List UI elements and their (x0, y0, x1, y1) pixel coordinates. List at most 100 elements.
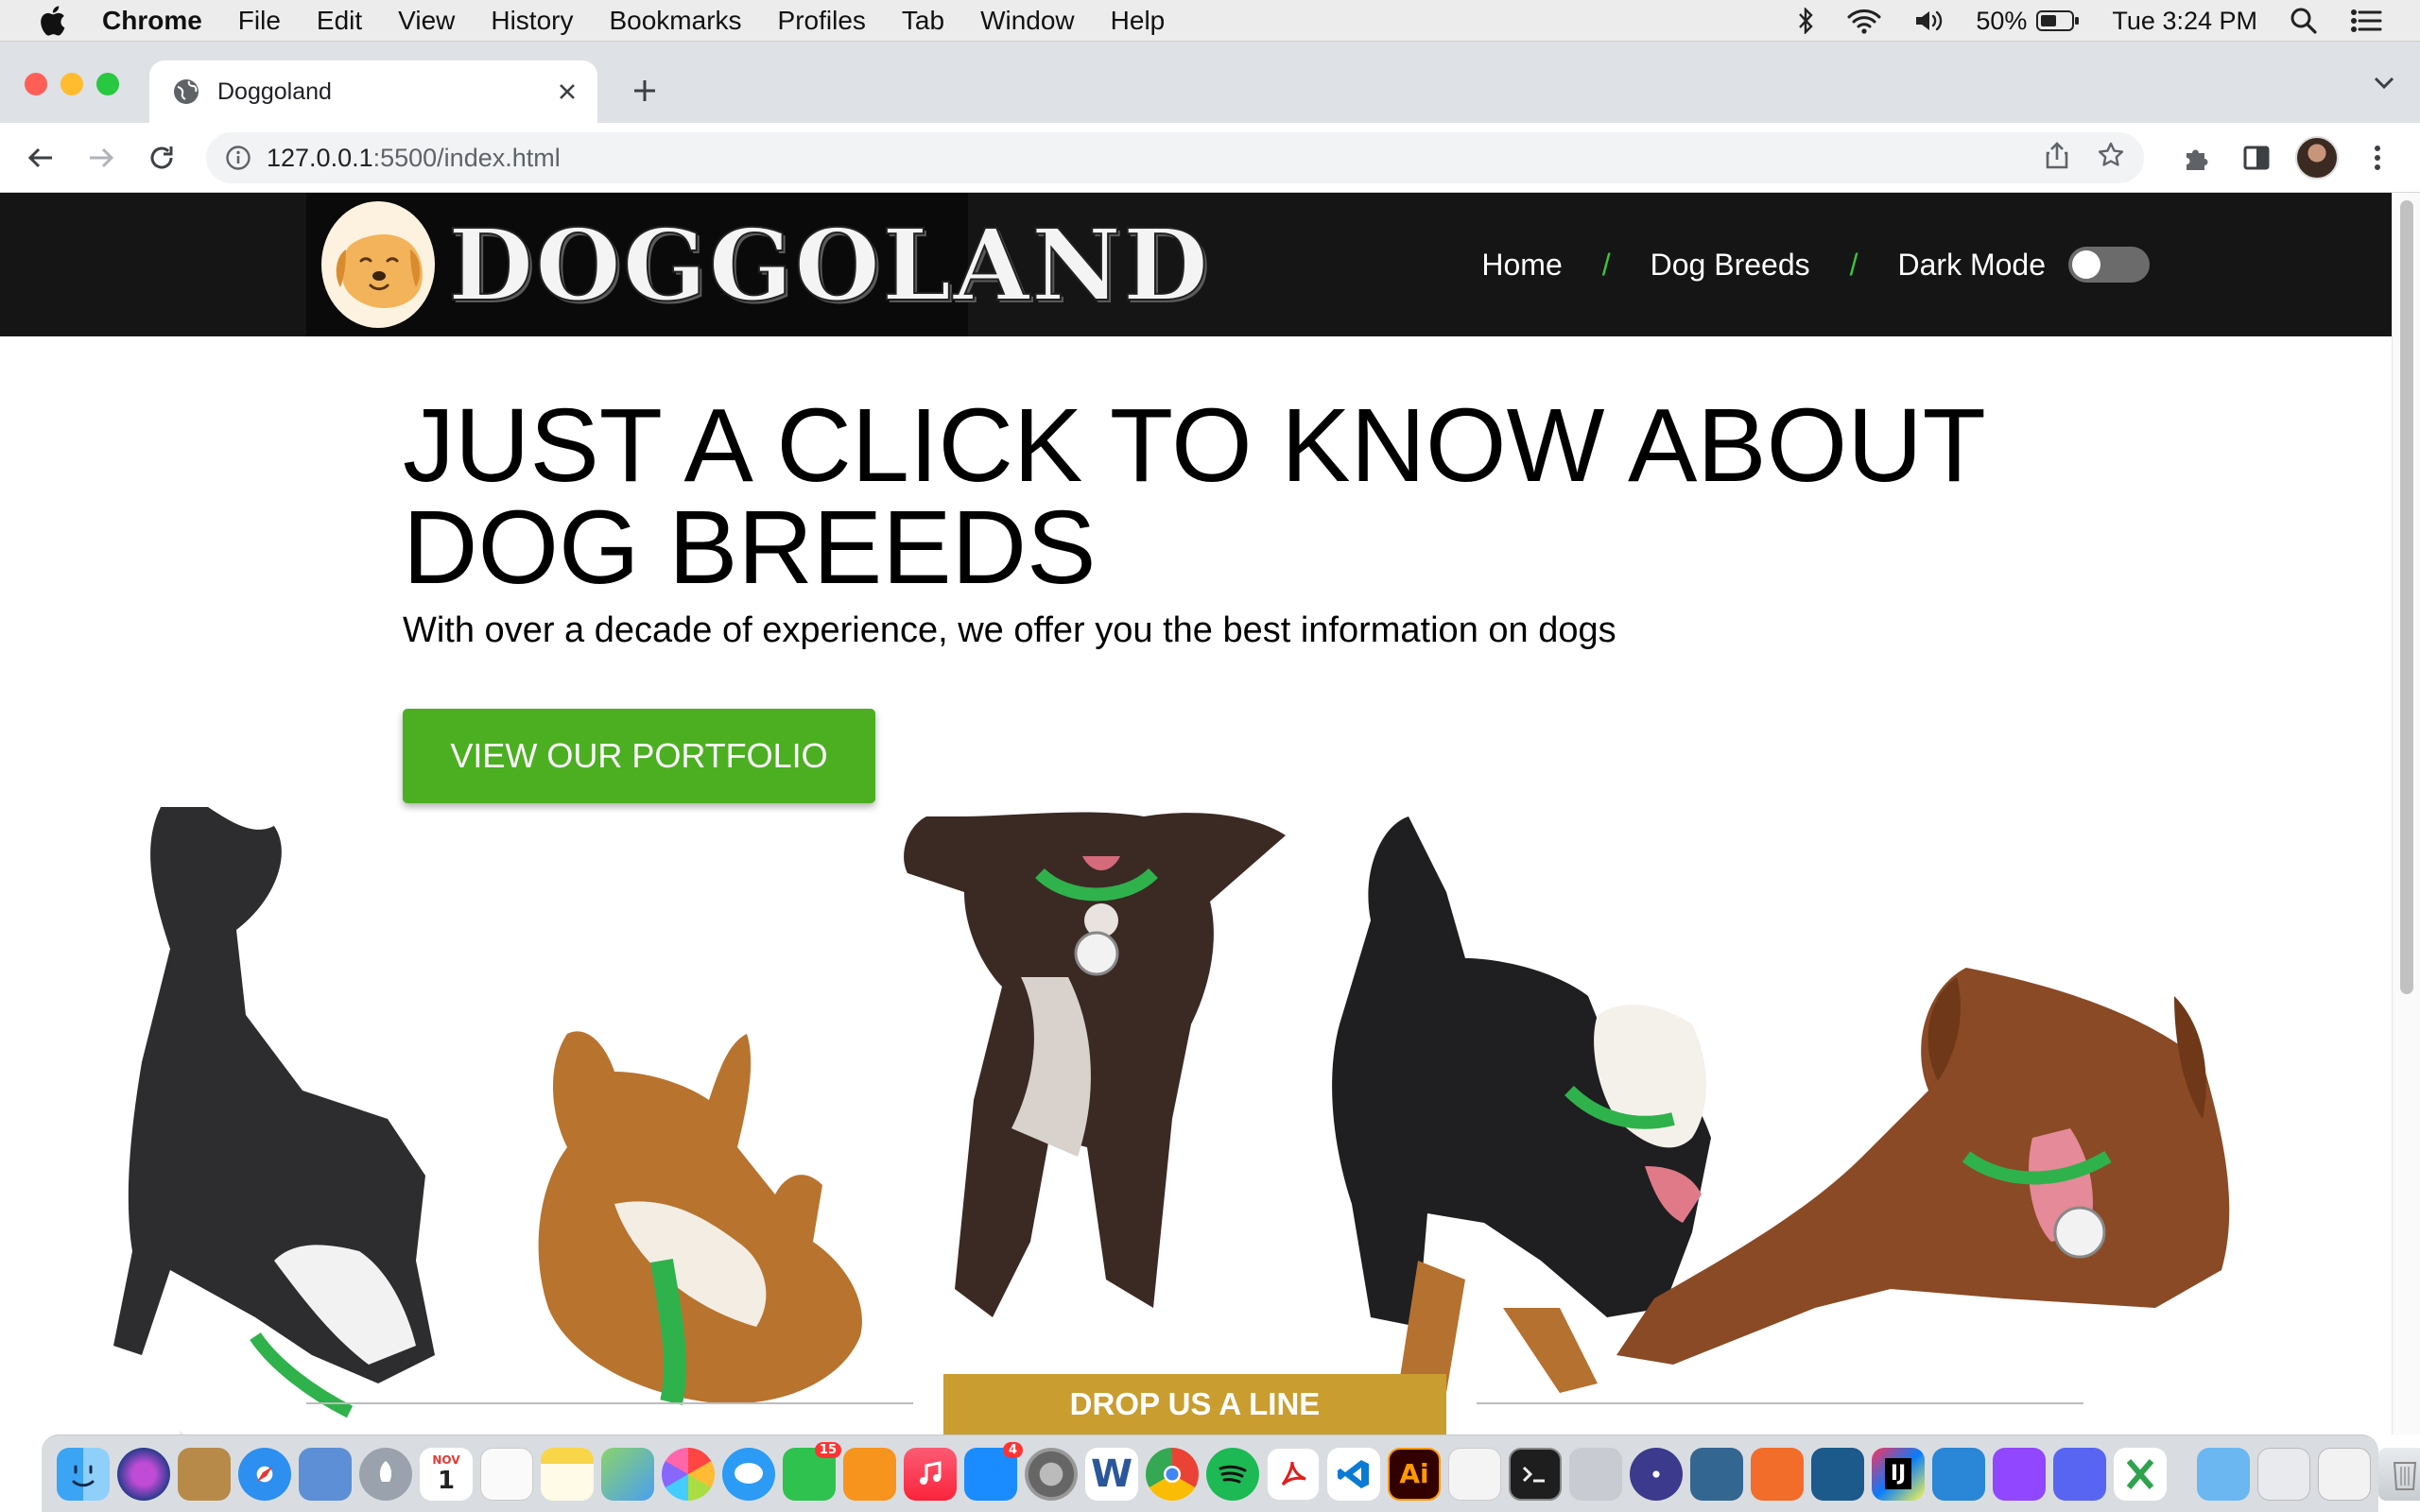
logo-wordmark: DOGGOLAND (447, 206, 1211, 324)
word-icon[interactable]: W (1085, 1447, 1138, 1501)
terminal-icon[interactable] (1509, 1447, 1562, 1501)
menu-help[interactable]: Help (1111, 6, 1166, 36)
acrobat-icon[interactable] (1267, 1447, 1320, 1501)
section-divider-left (306, 1402, 913, 1404)
tab-doggoland[interactable]: Doggoland (149, 60, 597, 123)
site-logo[interactable]: DOGGOLAND (306, 193, 1209, 336)
downloads-folder-icon[interactable] (2197, 1447, 2250, 1501)
menu-edit[interactable]: Edit (317, 6, 362, 36)
page-scrollbar[interactable] (2392, 193, 2420, 1435)
vscode-icon[interactable] (1327, 1447, 1380, 1501)
menu-app-name[interactable]: Chrome (102, 6, 202, 36)
remote-desktop-icon[interactable] (1932, 1447, 1985, 1501)
app-store-icon[interactable]: 4 (964, 1441, 1023, 1501)
toggle-knob (2072, 250, 2100, 279)
dock: NOV 1 15 4 W Ai IJ (42, 1435, 2420, 1512)
screenshots-stack-icon[interactable] (2257, 1447, 2310, 1501)
maps-icon[interactable] (601, 1447, 654, 1501)
view-portfolio-button[interactable]: VIEW OUR PORTFOLIO (403, 709, 875, 803)
battery-indicator[interactable]: 50% (1976, 7, 2080, 36)
address-bar[interactable]: 127.0.0.1:5500/index.html (206, 132, 2144, 183)
close-window-button[interactable] (25, 73, 47, 95)
eclipse-icon[interactable] (1630, 1447, 1683, 1501)
volume-icon[interactable] (1913, 8, 1944, 34)
music-icon[interactable] (904, 1447, 957, 1501)
new-tab-plus-icon[interactable] (624, 70, 666, 112)
tab-search-chevron-icon[interactable] (2373, 76, 2395, 95)
menu-file[interactable]: File (238, 6, 281, 36)
close-tab-icon[interactable] (548, 73, 586, 111)
menu-window[interactable]: Window (980, 6, 1075, 36)
twitch-icon[interactable] (1993, 1447, 2046, 1501)
globe-icon (172, 77, 200, 106)
nav-dark-mode-label: Dark Mode (1897, 247, 2047, 282)
share-icon[interactable] (2044, 141, 2070, 176)
spotify-icon[interactable] (1206, 1447, 1259, 1501)
utility-icon[interactable] (1569, 1447, 1622, 1501)
apple-menu-icon[interactable] (38, 5, 70, 37)
battery-percent: 50% (1976, 6, 2028, 35)
bluetooth-icon[interactable] (1796, 8, 1815, 34)
site-header: DOGGOLAND Home / Dog Breeds / Dark Mode (0, 193, 2392, 336)
reload-icon[interactable] (140, 136, 183, 180)
intellij-icon[interactable]: IJ (1872, 1447, 1925, 1501)
sketch-pen-icon[interactable] (1751, 1447, 1804, 1501)
safari-icon[interactable] (238, 1447, 291, 1501)
nav-home[interactable]: Home (1481, 248, 1562, 283)
tab-strip: Doggoland (0, 42, 2420, 123)
photos-icon[interactable] (662, 1447, 715, 1501)
calendar-icon[interactable]: NOV 1 (420, 1447, 473, 1501)
extensions-puzzle-icon[interactable] (2174, 136, 2218, 180)
spotlight-search-icon[interactable] (2290, 7, 2318, 35)
scrollbar-thumb[interactable] (2400, 200, 2413, 994)
illustrator-icon[interactable]: Ai (1388, 1447, 1441, 1501)
chrome-icon[interactable] (1146, 1447, 1199, 1501)
forward-arrow-icon[interactable] (79, 136, 123, 180)
mysql-dolphin-icon[interactable] (1811, 1447, 1864, 1501)
discord-icon[interactable] (2053, 1447, 2106, 1501)
battery-icon (2036, 10, 2080, 31)
reminders-icon[interactable] (480, 1447, 533, 1501)
messages-badge: 15 (814, 1441, 841, 1458)
nav-dog-breeds[interactable]: Dog Breeds (1651, 248, 1810, 283)
nav-separator: / (1849, 247, 1858, 282)
launchpad-icon[interactable] (359, 1447, 412, 1501)
notefile-icon[interactable] (178, 1447, 231, 1501)
facetime-icon[interactable]: 15 (783, 1441, 841, 1501)
page-viewport: DOGGOLAND Home / Dog Breeds / Dark Mode (0, 193, 2392, 1435)
bookmark-star-icon[interactable] (2097, 141, 2125, 176)
books-icon[interactable] (843, 1447, 896, 1501)
side-panel-icon[interactable] (2235, 136, 2278, 180)
profile-avatar[interactable] (2295, 136, 2339, 180)
preview-stack-icon[interactable] (2318, 1447, 2371, 1501)
textedit-icon[interactable] (1448, 1447, 1501, 1501)
notes-icon[interactable] (541, 1447, 594, 1501)
excel-icon[interactable] (2114, 1447, 2167, 1501)
wifi-icon[interactable] (1847, 8, 1881, 34)
messages-icon[interactable] (722, 1447, 775, 1501)
menubar-clock[interactable]: Tue 3:24 PM (2112, 7, 2257, 36)
dogs-hero-image (113, 807, 2230, 1435)
menu-bookmarks[interactable]: Bookmarks (609, 6, 741, 36)
border-collie-dog (113, 807, 435, 1435)
dark-mode-toggle[interactable] (2068, 247, 2150, 283)
menu-view[interactable]: View (398, 6, 455, 36)
site-info-icon[interactable] (225, 145, 251, 171)
siri-icon[interactable] (117, 1447, 170, 1501)
zoom-window-button[interactable] (96, 73, 119, 95)
menu-tab[interactable]: Tab (902, 6, 944, 36)
calendar-day: 1 (437, 1466, 456, 1495)
trash-icon[interactable] (2378, 1447, 2420, 1501)
minimize-window-button[interactable] (60, 73, 83, 95)
control-center-icon[interactable] (2350, 8, 2382, 34)
system-preferences-icon[interactable] (1025, 1447, 1078, 1501)
menu-profiles[interactable]: Profiles (778, 6, 866, 36)
back-arrow-icon[interactable] (19, 136, 62, 180)
drop-us-a-line-button[interactable]: DROP US A LINE (943, 1374, 1446, 1435)
url-path: :5500/index.html (372, 143, 561, 172)
finder-icon[interactable] (57, 1447, 110, 1501)
menu-history[interactable]: History (491, 6, 573, 36)
preview-icon[interactable] (299, 1447, 352, 1501)
browser-menu-kebab-icon[interactable] (2356, 136, 2399, 180)
postgres-elephant-icon[interactable] (1690, 1447, 1743, 1501)
